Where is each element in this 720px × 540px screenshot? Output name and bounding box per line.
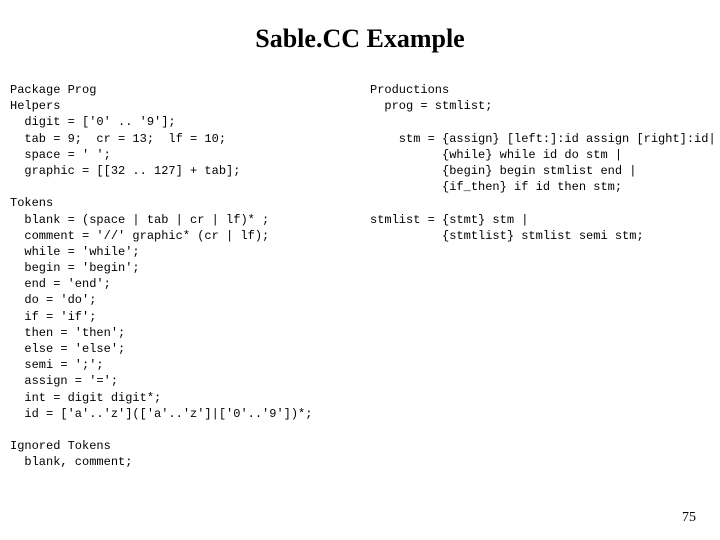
code-line: Package Prog	[10, 83, 96, 97]
code-line: {if_then} if id then stm;	[370, 180, 622, 194]
code-line: blank, comment;	[10, 455, 132, 469]
code-line: if = 'if';	[10, 310, 96, 324]
code-line: semi = ';';	[10, 358, 104, 372]
code-line: stm = {assign} [left:]:id assign [right]…	[370, 132, 716, 146]
code-line: Helpers	[10, 99, 60, 113]
code-line: {stmtlist} stmlist semi stm;	[370, 229, 644, 243]
code-line: assign = '=';	[10, 374, 118, 388]
code-line: {begin} begin stmlist end |	[370, 164, 636, 178]
code-line: Tokens	[10, 196, 53, 210]
code-line: graphic = [[32 .. 127] + tab];	[10, 164, 240, 178]
code-line: do = 'do';	[10, 293, 96, 307]
code-line: int = digit digit*;	[10, 391, 161, 405]
code-line: begin = 'begin';	[10, 261, 140, 275]
code-line: id = ['a'..'z'](['a'..'z']|['0'..'9'])*;	[10, 407, 312, 421]
code-line: {while} while id do stm |	[370, 148, 622, 162]
code-line: comment = '//' graphic* (cr | lf);	[10, 229, 269, 243]
code-line: else = 'else';	[10, 342, 125, 356]
code-content: Package Prog Helpers digit = ['0' .. '9'…	[0, 82, 720, 471]
code-line: Productions	[370, 83, 449, 97]
slide-title: Sable.CC Example	[0, 0, 720, 82]
code-line: tab = 9; cr = 13; lf = 10;	[10, 132, 226, 146]
code-line: Ignored Tokens	[10, 439, 111, 453]
code-line: while = 'while';	[10, 245, 140, 259]
code-line: end = 'end';	[10, 277, 111, 291]
page-number: 75	[682, 510, 696, 526]
right-column: Productions prog = stmlist; stm = {assig…	[370, 82, 716, 471]
code-line: digit = ['0' .. '9'];	[10, 115, 176, 129]
code-line: stmlist = {stmt} stm |	[370, 213, 528, 227]
code-line: space = ' ';	[10, 148, 111, 162]
left-column: Package Prog Helpers digit = ['0' .. '9'…	[10, 82, 370, 471]
code-line: prog = stmlist;	[370, 99, 492, 113]
code-line: blank = (space | tab | cr | lf)* ;	[10, 213, 269, 227]
code-line: then = 'then';	[10, 326, 125, 340]
